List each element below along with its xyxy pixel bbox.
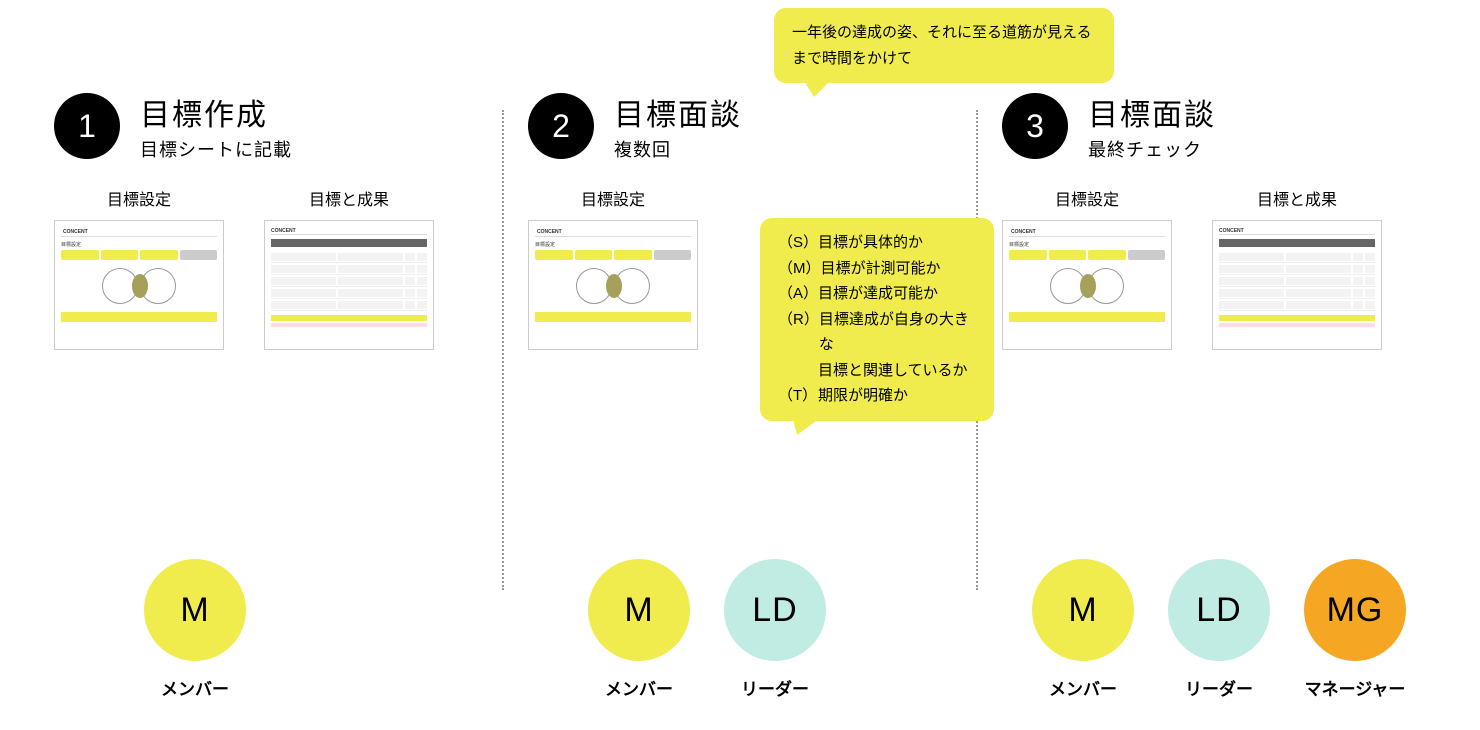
smart-r2-val: 目標と関連しているか — [818, 358, 968, 384]
role-member: M メンバー — [1032, 559, 1134, 700]
role-leader-icon: LD — [724, 559, 826, 661]
doc-goal-setting-icon: CONCENT 目標設定 — [528, 220, 698, 350]
thumb-goal-setting-label: 目標設定 — [581, 186, 645, 210]
callout-tail-icon — [804, 81, 830, 97]
role-leader-abbr: LD — [752, 591, 797, 630]
smart-a-val: 目標が達成可能か — [818, 281, 938, 307]
step-2-title: 目標面談 — [614, 90, 742, 134]
step-1-header: 1 目標作成 目標シートに記載 — [54, 90, 478, 162]
smart-m-val: 目標が計測可能か — [821, 256, 941, 282]
callout-tail-icon — [787, 419, 819, 435]
role-manager-label: マネージャー — [1305, 675, 1406, 700]
smart-r: （R） 目標達成が自身の大きな — [778, 307, 976, 358]
step-1-titles: 目標作成 目標シートに記載 — [140, 90, 292, 162]
step-3: 3 目標面談 最終チェック 目標設定 CONCENT 目標設定 目標と成果 — [978, 20, 1450, 710]
role-leader-abbr: LD — [1196, 591, 1241, 630]
doc-brand: CONCENT — [1219, 228, 1244, 234]
role-member-label: メンバー — [1049, 675, 1117, 700]
role-member: M メンバー — [588, 559, 690, 700]
step-3-thumbs: 目標設定 CONCENT 目標設定 目標と成果 CONCENT — [1002, 186, 1426, 350]
thumb-goal-setting: 目標設定 CONCENT 目標設定 — [528, 186, 698, 350]
thumb-goal-results: 目標と成果 CONCENT — [1212, 186, 1382, 350]
doc-goal-results-icon: CONCENT — [1212, 220, 1382, 350]
role-member-label: メンバー — [161, 675, 229, 700]
step-1-sub: 目標シートに記載 — [140, 136, 292, 162]
role-leader-label: リーダー — [1185, 675, 1253, 700]
doc-brand: CONCENT — [63, 229, 88, 235]
step-2-num: 2 — [552, 108, 570, 145]
role-leader: LD リーダー — [1168, 559, 1270, 700]
smart-r2: 目標と関連しているか — [778, 358, 976, 384]
smart-m-key: （M） — [778, 256, 821, 282]
role-member-icon: M — [1032, 559, 1134, 661]
callout-timeline: 一年後の達成の姿、それに至る道筋が見えるまで時間をかけて — [774, 8, 1114, 83]
thumb-goal-results: 目標と成果 CONCENT — [264, 186, 434, 350]
step-1-roles: M メンバー — [54, 559, 478, 700]
doc-brand: CONCENT — [271, 228, 296, 234]
role-manager: MG マネージャー — [1304, 559, 1406, 700]
thumb-goal-setting: 目標設定 CONCENT 目標設定 — [1002, 186, 1172, 350]
step-3-num: 3 — [1026, 108, 1044, 145]
role-member-abbr: M — [624, 591, 653, 630]
thumb-goal-results-label: 目標と成果 — [1257, 186, 1337, 210]
step-1-thumbs: 目標設定 CONCENT 目標設定 目標と成果 CONCENT — [54, 186, 478, 350]
step-1: 1 目標作成 目標シートに記載 目標設定 CONCENT 目標設定 目標と成果 — [30, 20, 502, 710]
role-member-label: メンバー — [605, 675, 673, 700]
smart-r-val: 目標達成が自身の大きな — [819, 307, 976, 358]
smart-t-val: 期限が明確か — [818, 383, 908, 409]
step-3-sub: 最終チェック — [1088, 136, 1216, 162]
step-1-num: 1 — [78, 108, 96, 145]
step-2-sub: 複数回 — [614, 136, 742, 162]
role-member-abbr: M — [180, 591, 209, 630]
smart-a-key: （A） — [778, 281, 818, 307]
callout-timeline-text: 一年後の達成の姿、それに至る道筋が見えるまで時間をかけて — [792, 24, 1092, 67]
role-leader-icon: LD — [1168, 559, 1270, 661]
doc-brand: CONCENT — [537, 229, 562, 235]
smart-s: （S） 目標が具体的か — [778, 230, 976, 256]
smart-t: （T） 期限が明確か — [778, 383, 976, 409]
step-3-header: 3 目標面談 最終チェック — [1002, 90, 1426, 162]
smart-t-key: （T） — [778, 383, 818, 409]
step-2-titles: 目標面談 複数回 — [614, 90, 742, 162]
thumb-goal-setting-label: 目標設定 — [107, 186, 171, 210]
thumb-goal-setting-label: 目標設定 — [1055, 186, 1119, 210]
smart-s-val: 目標が具体的か — [818, 230, 923, 256]
step-2-roles: M メンバー LD リーダー — [528, 559, 952, 700]
step-3-titles: 目標面談 最終チェック — [1088, 90, 1216, 162]
role-member: M メンバー — [144, 559, 246, 700]
role-manager-abbr: MG — [1327, 591, 1384, 630]
step-number-badge: 1 — [54, 93, 120, 159]
step-number-badge: 2 — [528, 93, 594, 159]
doc-goal-setting-icon: CONCENT 目標設定 — [54, 220, 224, 350]
thumb-goal-results-label: 目標と成果 — [309, 186, 389, 210]
callout-smart: （S） 目標が具体的か （M） 目標が計測可能か （A） 目標が達成可能か （R… — [760, 218, 994, 421]
role-leader-label: リーダー — [741, 675, 809, 700]
step-2-header: 2 目標面談 複数回 — [528, 90, 952, 162]
smart-r-key: （R） — [778, 307, 819, 358]
role-leader: LD リーダー — [724, 559, 826, 700]
role-member-abbr: M — [1068, 591, 1097, 630]
doc-goal-setting-icon: CONCENT 目標設定 — [1002, 220, 1172, 350]
smart-m: （M） 目標が計測可能か — [778, 256, 976, 282]
role-member-icon: M — [144, 559, 246, 661]
doc-goal-results-icon: CONCENT — [264, 220, 434, 350]
step-number-badge: 3 — [1002, 93, 1068, 159]
smart-s-key: （S） — [778, 230, 818, 256]
smart-a: （A） 目標が達成可能か — [778, 281, 976, 307]
thumb-goal-setting: 目標設定 CONCENT 目標設定 — [54, 186, 224, 350]
step-3-roles: M メンバー LD リーダー MG マネージャー — [1002, 559, 1426, 700]
step-3-title: 目標面談 — [1088, 90, 1216, 134]
step-1-title: 目標作成 — [140, 90, 292, 134]
doc-brand: CONCENT — [1011, 229, 1036, 235]
role-manager-icon: MG — [1304, 559, 1406, 661]
steps-row: 1 目標作成 目標シートに記載 目標設定 CONCENT 目標設定 目標と成果 — [30, 20, 1450, 710]
role-member-icon: M — [588, 559, 690, 661]
